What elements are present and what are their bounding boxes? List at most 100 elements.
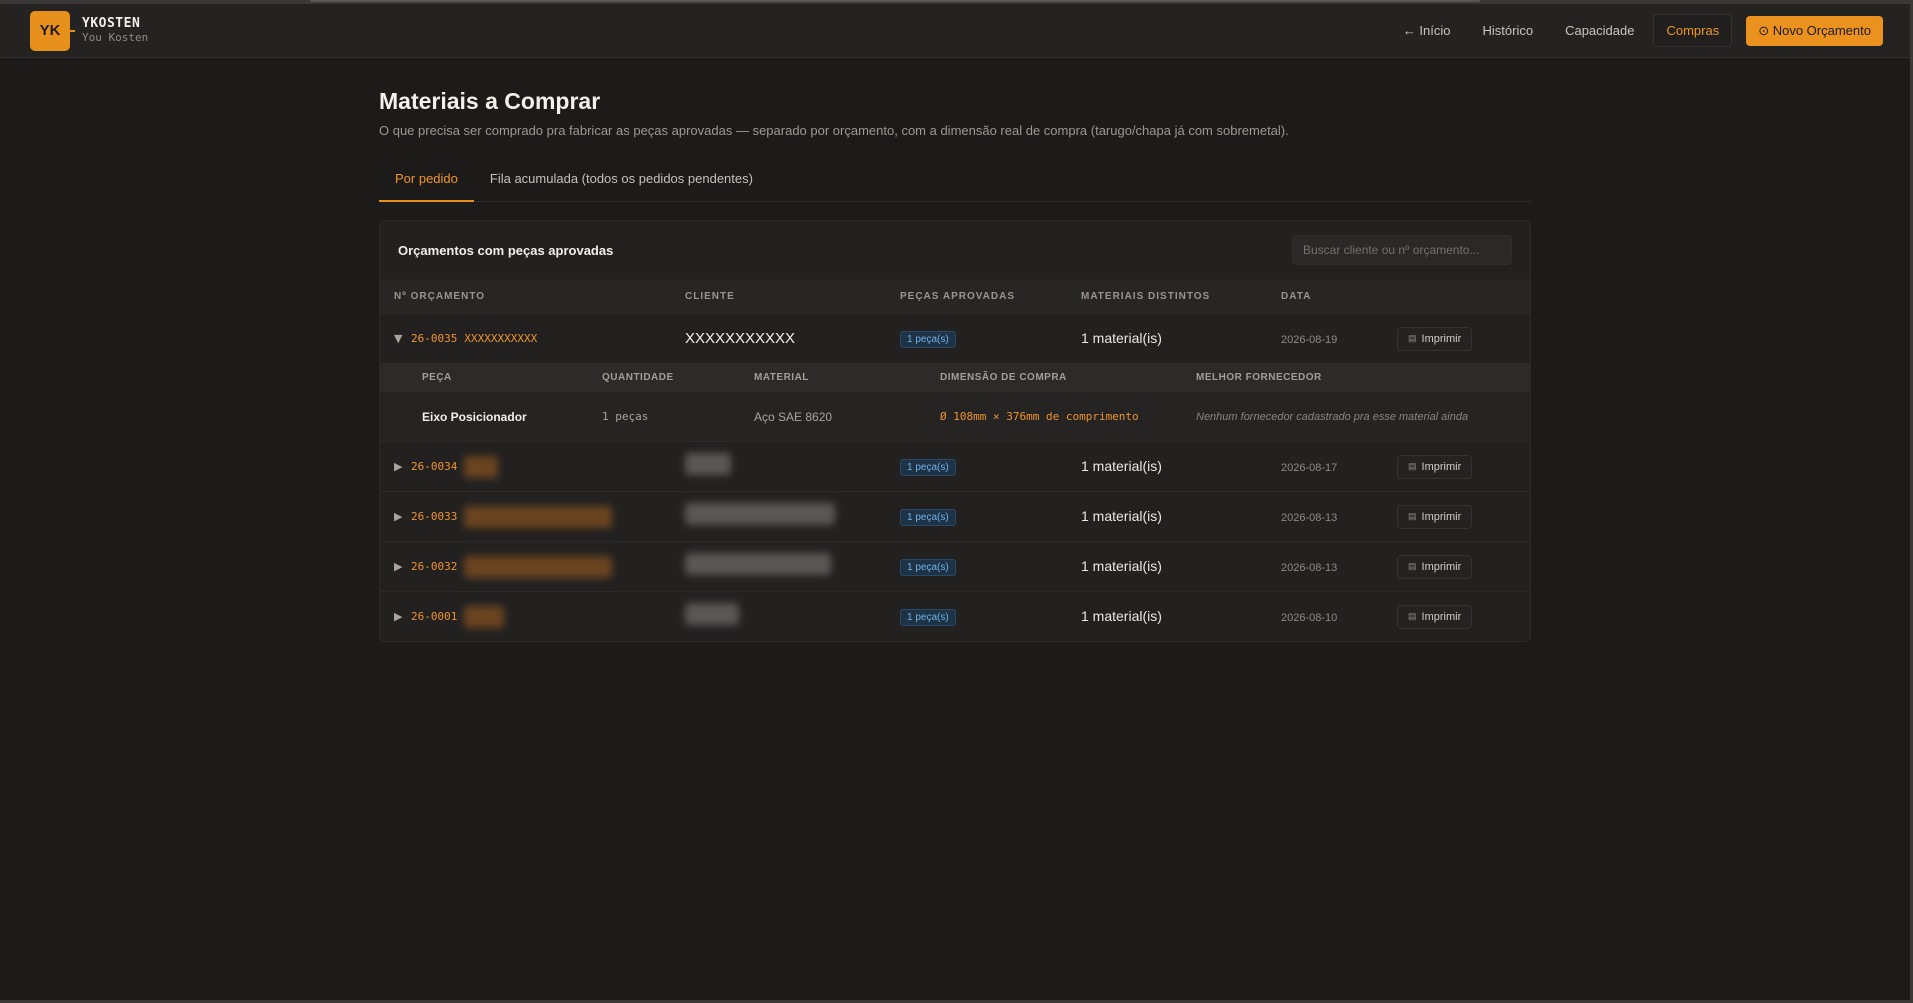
- print-label: Imprimir: [1421, 510, 1462, 523]
- print-icon: ▤: [1408, 461, 1417, 471]
- table-row[interactable]: ▼ 26-0035 XXXXXXXXXXX XXXXXXXXXXX 1 peça…: [380, 313, 1530, 363]
- orcamento-number[interactable]: ▶ 26-0001: [380, 605, 685, 628]
- card-title: Orçamentos com peças aprovadas: [398, 242, 614, 258]
- print-button[interactable]: ▤ Imprimir: [1397, 554, 1473, 579]
- orcamento-number[interactable]: ▼ 26-0035 XXXXXXXXXXX: [380, 332, 685, 345]
- app-header: YK YKOSTEN You Kosten ← Início Histórico…: [0, 4, 1913, 58]
- brand-text: YKOSTEN You Kosten: [82, 15, 149, 45]
- table-header: Nº ORÇAMENTO CLIENTE PEÇAS APROVADAS MAT…: [380, 279, 1530, 313]
- caret-down-icon[interactable]: ▼: [394, 332, 404, 345]
- brand-logo: YK: [30, 10, 75, 51]
- nav-compras[interactable]: Compras: [1653, 14, 1733, 47]
- redacted-client: [685, 453, 731, 475]
- table-row[interactable]: ▶ 26-0001 1 peça(s) 1 material(is) 2026-…: [380, 591, 1530, 641]
- search-input[interactable]: [1292, 235, 1512, 265]
- nav-capacidade[interactable]: Capacidade: [1552, 14, 1647, 47]
- redacted-client: [685, 503, 835, 525]
- tab-fila-acumulada[interactable]: Fila acumulada (todos os pedidos pendent…: [474, 164, 769, 202]
- redacted-suffix: [464, 505, 613, 528]
- detail-row: Eixo Posicionador 1 peças Aço SAE 8620 Ø…: [380, 391, 1530, 441]
- brand-name: YKOSTEN: [82, 15, 141, 31]
- redacted-client: [685, 603, 739, 625]
- table-row[interactable]: ▶ 26-0034 1 peça(s) 1 material(is) 2026-…: [380, 441, 1530, 491]
- redacted-client: [685, 553, 831, 575]
- print-button[interactable]: ▤ Imprimir: [1397, 454, 1473, 479]
- detail-col-fornecedor: MELHOR FORNECEDOR: [1196, 372, 1322, 383]
- client-name: XXXXXXXXXXX: [685, 329, 796, 347]
- detail-supplier: Nenhum fornecedor cadastrado pra esse ma…: [1196, 410, 1469, 423]
- materials-count: 1 material(is): [1081, 607, 1162, 624]
- detail-dimension: Ø 108mm × 376mm de comprimento: [940, 410, 1139, 423]
- nav-inicio[interactable]: ← Início: [1390, 14, 1464, 47]
- print-label: Imprimir: [1421, 332, 1462, 345]
- view-tabs: Por pedido Fila acumulada (todos os pedi…: [379, 164, 1531, 202]
- pieces-badge: 1 peça(s): [900, 559, 956, 576]
- row-date: 2026-08-10: [1281, 611, 1338, 624]
- caret-right-icon[interactable]: ▶: [394, 510, 404, 523]
- row-date: 2026-08-17: [1281, 461, 1338, 474]
- materials-count: 1 material(is): [1081, 507, 1162, 524]
- redacted-suffix: [464, 605, 505, 628]
- detail-col-dimensao: DIMENSÃO DE COMPRA: [940, 372, 1067, 383]
- materials-count: 1 material(is): [1081, 329, 1162, 346]
- orcamento-code: 26-0032: [411, 560, 458, 573]
- col-header-materiais: MATERIAIS DISTINTOS: [1081, 290, 1211, 302]
- row-date: 2026-08-19: [1281, 333, 1338, 346]
- print-label: Imprimir: [1421, 460, 1462, 473]
- page-subtitle: O que precisa ser comprado pra fabricar …: [379, 123, 1289, 138]
- row-date: 2026-08-13: [1281, 561, 1338, 574]
- table-row[interactable]: ▶ 26-0033 1 peça(s) 1 material(is) 2026-…: [380, 491, 1530, 541]
- orcamento-number[interactable]: ▶ 26-0032: [380, 555, 685, 578]
- redacted-suffix: [464, 555, 613, 578]
- orcamento-code: 26-0035: [411, 332, 458, 345]
- print-button[interactable]: ▤ Imprimir: [1397, 504, 1473, 529]
- materials-count: 1 material(is): [1081, 557, 1162, 574]
- orcamento-number[interactable]: ▶ 26-0033: [380, 505, 685, 528]
- caret-right-icon[interactable]: ▶: [394, 560, 404, 573]
- nav-historico[interactable]: Histórico: [1470, 14, 1547, 47]
- detail-header: PEÇA QUANTIDADE MATERIAL DIMENSÃO DE COM…: [380, 363, 1530, 391]
- card-header: Orçamentos com peças aprovadas: [380, 221, 1530, 279]
- novo-orcamento-button[interactable]: ⊙ Novo Orçamento: [1746, 15, 1883, 46]
- orcamento-suffix: XXXXXXXXXXX: [464, 332, 538, 345]
- pieces-badge: 1 peça(s): [900, 459, 956, 476]
- pieces-badge: 1 peça(s): [900, 509, 956, 526]
- print-icon: ▤: [1408, 333, 1417, 343]
- print-icon: ▤: [1408, 511, 1417, 521]
- top-nav: ← Início Histórico Capacidade Compras ⊙ …: [1390, 14, 1883, 47]
- col-header-data: DATA: [1281, 290, 1312, 302]
- caret-right-icon[interactable]: ▶: [394, 460, 404, 473]
- orcamento-code: 26-0034: [411, 460, 458, 473]
- page-title: Materiais a Comprar: [379, 88, 601, 114]
- row-date: 2026-08-13: [1281, 511, 1338, 524]
- caret-right-icon[interactable]: ▶: [394, 610, 404, 623]
- col-header-pecas: PEÇAS APROVADAS: [900, 290, 1016, 302]
- detail-quantity: 1 peças: [602, 410, 649, 423]
- orcamento-number[interactable]: ▶ 26-0034: [380, 455, 685, 478]
- detail-col-peca: PEÇA: [422, 372, 452, 383]
- print-button[interactable]: ▤ Imprimir: [1397, 604, 1473, 629]
- redacted-suffix: [464, 455, 499, 478]
- orcamentos-card: Orçamentos com peças aprovadas Nº ORÇAME…: [379, 220, 1531, 642]
- print-label: Imprimir: [1421, 560, 1462, 573]
- print-label: Imprimir: [1421, 610, 1462, 623]
- detail-material: Aço SAE 8620: [754, 409, 833, 424]
- print-icon: ▤: [1408, 561, 1417, 571]
- materials-count: 1 material(is): [1081, 457, 1162, 474]
- orcamento-code: 26-0001: [411, 610, 458, 623]
- pieces-badge: 1 peça(s): [900, 609, 956, 626]
- table-row[interactable]: ▶ 26-0032 1 peça(s) 1 material(is) 2026-…: [380, 541, 1530, 591]
- col-header-numero: Nº ORÇAMENTO: [394, 290, 486, 302]
- brand-subtitle: You Kosten: [82, 30, 149, 44]
- print-button[interactable]: ▤ Imprimir: [1397, 326, 1473, 351]
- brand[interactable]: YK YKOSTEN You Kosten: [30, 10, 149, 51]
- print-icon: ▤: [1408, 611, 1417, 621]
- main-content: Materiais a Comprar O que precisa ser co…: [379, 88, 1531, 642]
- col-header-cliente: CLIENTE: [685, 290, 735, 302]
- orcamento-code: 26-0033: [411, 510, 458, 523]
- detail-piece: Eixo Posicionador: [422, 409, 527, 424]
- detail-col-quantidade: QUANTIDADE: [602, 372, 674, 383]
- detail-col-material: MATERIAL: [754, 372, 809, 383]
- tab-por-pedido[interactable]: Por pedido: [379, 164, 474, 202]
- pieces-badge: 1 peça(s): [900, 331, 956, 348]
